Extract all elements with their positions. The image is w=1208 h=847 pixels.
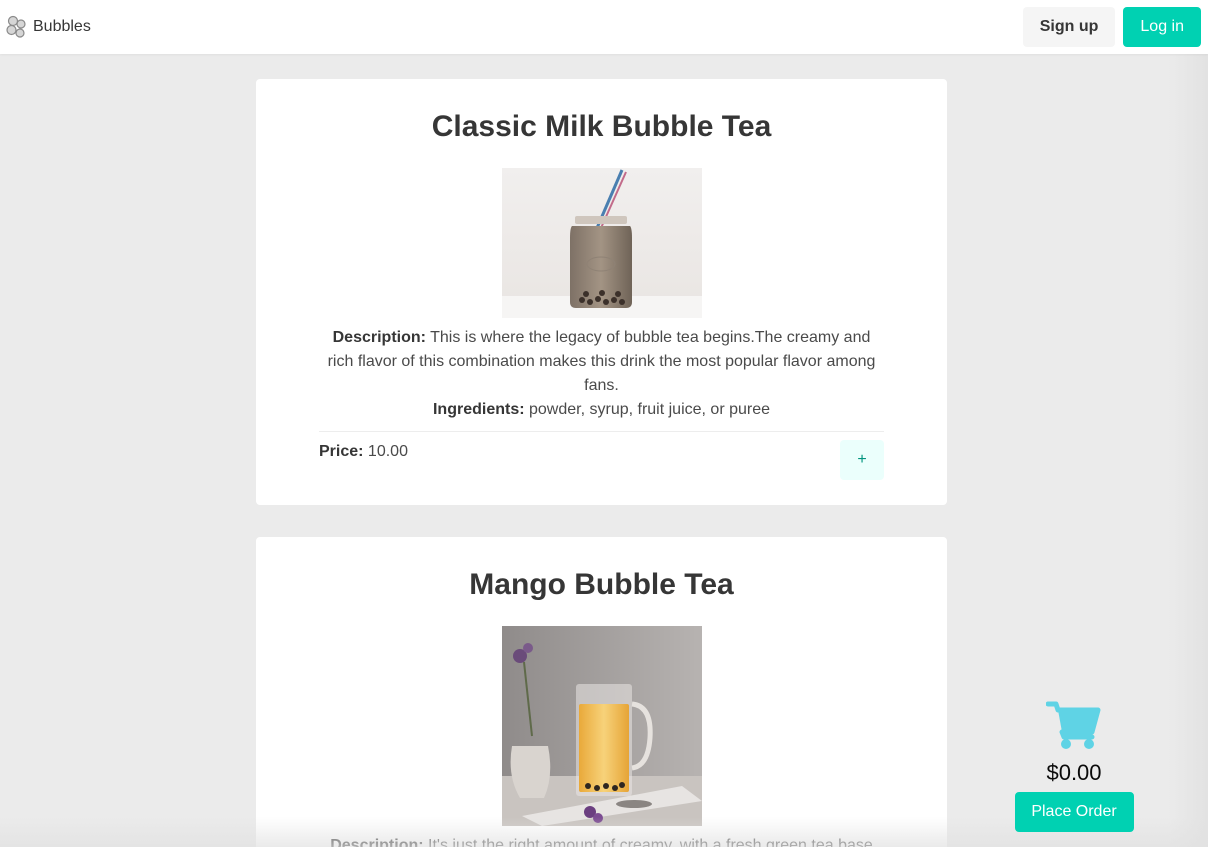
login-button[interactable]: Log in <box>1123 7 1201 47</box>
product-price: Price: 10.00 <box>319 440 408 461</box>
scroll-shadow <box>1168 54 1208 847</box>
top-navbar: Bubbles Sign up Log in <box>0 0 1208 54</box>
shopping-cart-icon[interactable] <box>1045 700 1102 750</box>
bubbles-logo-icon <box>6 15 26 38</box>
ingredients-label: Ingredients: <box>432 401 525 418</box>
ingredients-text: powder, syrup, fruit juice, or puree <box>529 401 771 418</box>
cart-widget: $0.00 Place Order <box>1014 700 1134 832</box>
price-row: Price: 10.00 + <box>319 432 884 480</box>
brand-name: Bubbles <box>33 18 91 35</box>
add-to-cart-button[interactable]: + <box>840 440 884 480</box>
price-label: Price: <box>319 443 364 460</box>
product-card: Classic Milk Bubble Tea Description: Thi… <box>256 79 947 505</box>
product-title: Mango Bubble Tea <box>469 568 734 601</box>
signup-button[interactable]: Sign up <box>1022 7 1116 47</box>
brand[interactable]: Bubbles <box>5 15 91 39</box>
cart-total: $0.00 <box>1046 760 1102 785</box>
nav-buttons: Sign up Log in <box>1022 7 1201 47</box>
product-card: Mango Bubble Tea Description: It's just … <box>256 537 947 847</box>
price-value: 10.00 <box>367 443 408 460</box>
product-description: Description: It's just the right amount … <box>319 834 884 847</box>
description-label: Description: <box>332 329 426 346</box>
product-ingredients: Ingredients: powder, syrup, fruit juice,… <box>319 398 884 422</box>
place-order-button[interactable]: Place Order <box>1014 792 1134 832</box>
classic-milk-tea-photo <box>501 168 702 318</box>
mango-tea-photo <box>501 626 702 826</box>
description-label: Description: <box>330 837 424 847</box>
description-text: It's just the right amount of creamy, wi… <box>428 837 873 847</box>
product-title: Classic Milk Bubble Tea <box>431 110 772 143</box>
product-description: Description: This is where the legacy of… <box>319 326 884 398</box>
